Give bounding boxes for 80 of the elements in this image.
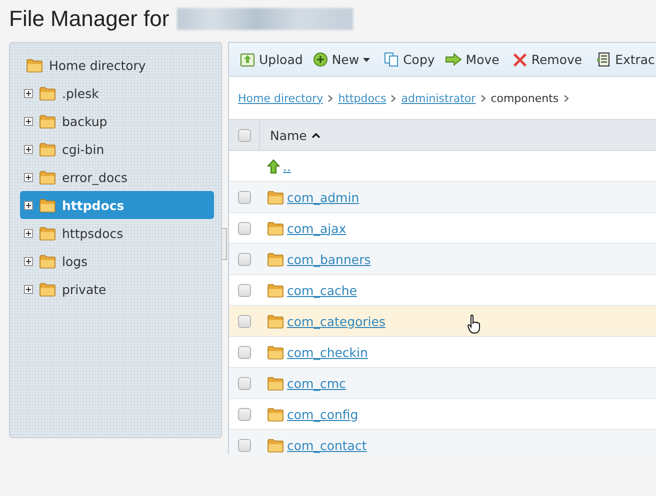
file-name-link[interactable]: com_cache [287,282,357,298]
file-name-link[interactable]: com_config [287,406,358,422]
plus-icon[interactable] [24,172,33,182]
row-checkbox[interactable] [238,222,250,234]
row-checkbox[interactable] [238,346,250,358]
folder-icon [267,220,284,236]
folder-icon [267,190,284,204]
plus-icon[interactable] [24,88,33,98]
copy-button[interactable]: Copy [381,50,438,69]
close-icon [513,52,528,66]
tree-item[interactable]: logs [62,254,88,268]
splitter-handle[interactable] [222,228,227,260]
plus-icon[interactable] [24,200,33,210]
select-all-checkbox[interactable] [238,128,250,142]
new-button[interactable]: New [310,50,374,69]
tree-item[interactable]: cgi-bin [62,142,104,156]
upload-button[interactable]: Upload [237,50,306,69]
tree-item[interactable]: backup [62,114,108,128]
upload-icon [240,52,255,67]
file-name-link[interactable]: com_ajax [287,220,346,236]
folder-icon [267,406,284,422]
chevron-icon [564,94,569,102]
folder-icon [39,282,56,296]
tree-item[interactable]: .plesk [62,86,99,100]
archive-icon [596,52,612,67]
arrow-right-icon [444,53,462,66]
file-name-link[interactable]: com_contact [287,438,367,452]
breadcrumb-link[interactable]: Home directory [238,92,324,104]
table-row-highlighted[interactable]: com_categories [229,306,656,337]
up-arrow-icon [267,158,280,174]
folder-icon [39,142,56,156]
folder-icon [267,252,284,266]
chevron-icon [328,94,334,102]
folder-icon [267,282,284,298]
chevron-icon [391,94,396,102]
breadcrumb-link[interactable]: httpdocs [338,92,386,104]
breadcrumb-link[interactable]: administrator [401,92,476,104]
row-checkbox[interactable] [238,376,250,390]
row-checkbox[interactable] [238,284,250,296]
row-checkbox[interactable] [238,314,250,328]
file-name-link[interactable]: com_categories [287,314,386,328]
folder-icon [39,114,56,128]
chevron-icon [480,94,486,102]
row-checkbox[interactable] [238,438,250,452]
current-folder-name: components [490,92,559,104]
move-button[interactable]: Move [442,50,502,69]
folder-icon [267,344,284,360]
remove-button[interactable]: Remove [510,50,586,69]
folder-icon [39,170,56,184]
hand-cursor-icon [467,314,482,334]
file-name-link[interactable]: com_cmc [287,376,346,390]
row-checkbox[interactable] [238,190,250,204]
tree-item[interactable]: Home directory [49,58,146,72]
tree-item[interactable]: error_docs [62,170,128,184]
row-checkbox[interactable] [238,408,250,420]
plus-icon[interactable] [24,284,33,294]
folder-icon [39,198,56,212]
file-name-link[interactable]: com_banners [287,252,371,266]
file-name-link[interactable]: com_admin [287,190,360,204]
folder-icon [267,376,284,390]
copy-icon [384,52,400,67]
plus-icon[interactable] [24,144,33,154]
folder-icon [26,58,43,72]
folder-icon [39,86,56,100]
plus-icon[interactable] [24,256,33,266]
folder-icon [267,314,284,328]
file-name-link[interactable]: com_checkin [287,344,368,360]
row-checkbox[interactable] [238,252,250,266]
folder-icon [267,438,284,452]
extract-button[interactable]: Extrac [593,50,656,69]
column-header[interactable]: Name [260,128,320,142]
folder-icon [39,226,56,240]
tree-item[interactable]: httpsdocs [62,226,124,240]
plus-icon[interactable] [24,228,33,238]
plus-circle-icon [312,52,328,67]
plus-icon[interactable] [24,116,33,126]
file-name-link[interactable]: .. [283,158,291,174]
page-title: File Manager for [9,6,170,32]
folder-icon [39,254,56,268]
tree-item[interactable]: private [62,282,106,296]
